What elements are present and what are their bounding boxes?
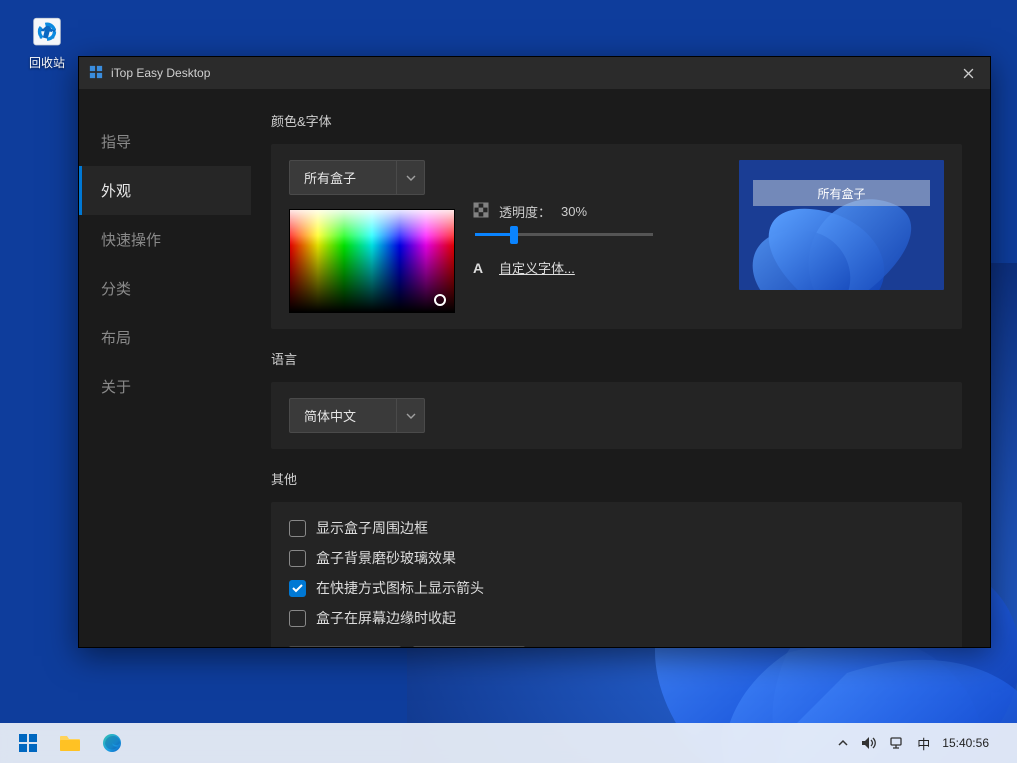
network-icon (889, 736, 905, 750)
opacity-icon (473, 202, 489, 221)
language-dropdown[interactable]: 简体中文 (289, 398, 944, 433)
recycle-bin-label: 回收站 (12, 54, 82, 71)
section-language-title: 语言 (271, 349, 962, 368)
checkbox-icon (289, 580, 306, 597)
font-icon: A (473, 260, 489, 276)
close-button[interactable] (946, 57, 990, 89)
checkbox-edge-collapse[interactable]: 盒子在屏幕边缘时收起 (289, 608, 944, 628)
language-value: 简体中文 (289, 398, 397, 433)
color-picker[interactable] (289, 209, 455, 313)
checkbox-frosted-glass[interactable]: 盒子背景磨砂玻璃效果 (289, 548, 944, 568)
section-colors-fonts-title: 颜色&字体 (271, 111, 962, 130)
custom-font-link[interactable]: A 自定义字体... (473, 258, 721, 277)
sidebar-item-quick-actions[interactable]: 快速操作 (79, 215, 251, 264)
checkbox-show-border[interactable]: 显示盒子周围边框 (289, 518, 944, 538)
sidebar-item-guide[interactable]: 指导 (79, 117, 251, 166)
chevron-down-icon (397, 160, 425, 195)
window-title: iTop Easy Desktop (111, 66, 210, 80)
opacity-label: 透明度： (499, 202, 551, 221)
collapse-all-button[interactable]: 收起所有盒子 (289, 646, 401, 647)
checkbox-icon (289, 610, 306, 627)
color-picker-cursor[interactable] (434, 294, 446, 306)
taskbar: 中 15:40:56 (0, 723, 1017, 763)
sidebar-item-about[interactable]: 关于 (79, 362, 251, 411)
panel-colors-fonts: 所有盒子 (271, 144, 962, 329)
start-button[interactable] (10, 725, 46, 761)
close-icon (963, 68, 974, 79)
opacity-slider[interactable] (475, 233, 653, 236)
sidebar-item-appearance[interactable]: 外观 (79, 166, 251, 215)
chevron-down-icon (397, 398, 425, 433)
sidebar: 指导 外观 快速操作 分类 布局 关于 (79, 89, 251, 647)
panel-other: 显示盒子周围边框 盒子背景磨砂玻璃效果 在快捷方式图标上显示箭头 盒子在屏幕边缘… (271, 502, 962, 647)
checkbox-icon (289, 520, 306, 537)
checkbox-shortcut-arrow[interactable]: 在快捷方式图标上显示箭头 (289, 578, 944, 598)
opacity-value: 30% (561, 204, 587, 219)
expand-all-button[interactable]: 展开所有盒子 (413, 646, 525, 647)
taskbar-explorer[interactable] (52, 725, 88, 761)
tray-overflow[interactable] (837, 737, 849, 749)
slider-thumb[interactable] (510, 226, 518, 244)
content-area: 颜色&字体 所有盒子 (251, 89, 990, 647)
sidebar-item-layout[interactable]: 布局 (79, 313, 251, 362)
app-logo-icon (89, 65, 103, 82)
tray-clock[interactable]: 15:40:56 (942, 736, 989, 750)
tray-ime[interactable]: 中 (917, 734, 930, 753)
taskbar-edge[interactable] (94, 725, 130, 761)
recycle-bin-desktop-icon[interactable]: 回收站 (12, 8, 82, 71)
svg-text:A: A (473, 260, 483, 276)
sidebar-item-categories[interactable]: 分类 (79, 264, 251, 313)
chevron-up-icon (837, 737, 849, 749)
box-selector-dropdown[interactable]: 所有盒子 (289, 160, 455, 195)
title-bar[interactable]: iTop Easy Desktop (79, 57, 990, 89)
windows-icon (18, 733, 38, 753)
box-selector-value: 所有盒子 (289, 160, 397, 195)
preview-header: 所有盒子 (753, 180, 930, 206)
folder-icon (59, 734, 81, 752)
checkbox-icon (289, 550, 306, 567)
app-window: iTop Easy Desktop 指导 外观 快速操作 分类 布局 关于 颜色… (78, 56, 991, 648)
section-other-title: 其他 (271, 469, 962, 488)
preview-box: 所有盒子 (739, 160, 944, 290)
recycle-bin-icon (25, 8, 69, 52)
speaker-icon (861, 736, 877, 750)
tray-network[interactable] (889, 736, 905, 750)
tray-volume[interactable] (861, 736, 877, 750)
panel-language: 简体中文 (271, 382, 962, 449)
edge-icon (102, 733, 122, 753)
